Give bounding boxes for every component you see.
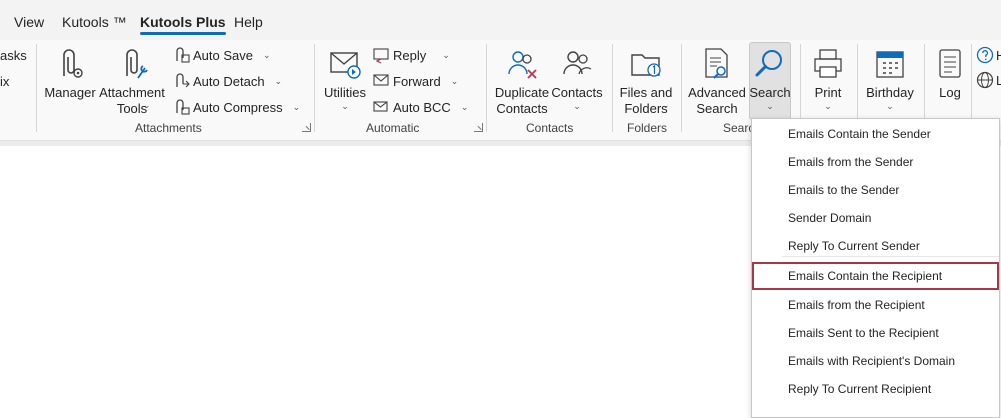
attachment-tools-button[interactable]: Attachment Tools: [99, 44, 165, 120]
group-label-search: Searc: [723, 121, 755, 135]
chevron-down-icon: ⌄: [573, 101, 581, 111]
dialog-launcher-icon[interactable]: [302, 123, 311, 132]
help-icon[interactable]: [976, 46, 994, 64]
paperclip-detach-icon: [176, 73, 190, 88]
contacts-label: Contacts: [551, 85, 603, 100]
dialog-launcher-icon[interactable]: [474, 123, 483, 132]
forward-icon: [373, 74, 389, 86]
chevron-down-icon: ⌄: [460, 101, 469, 112]
auto-detach-button[interactable]: Auto Detach ⌄: [172, 70, 282, 92]
log-button[interactable]: Log: [930, 44, 970, 120]
auto-compress-label: Auto Compress: [193, 99, 283, 115]
paperclip-wrench-icon: [126, 49, 148, 79]
menu-item-emails-from-sender[interactable]: Emails from the Sender: [752, 148, 999, 176]
paperclip-compress-icon: [176, 99, 190, 115]
search-icon: [755, 50, 782, 77]
duplicate-contacts-button[interactable]: Duplicate Contacts: [494, 44, 550, 120]
advanced-search-button[interactable]: Advanced Search: [688, 44, 746, 120]
chevron-down-icon: ⌄: [766, 101, 774, 111]
envelope-bcc-icon: [373, 101, 388, 112]
manager-button[interactable]: Manager: [44, 44, 96, 120]
menu-bar: View Kutools ™ Kutools Plus Help: [0, 0, 1001, 40]
menu-item-emails-to-sender[interactable]: Emails to the Sender: [752, 176, 999, 204]
duplicate-contacts-label-1: Duplicate: [494, 85, 550, 100]
paperclip-gear-icon: [63, 49, 83, 78]
menu-item-emails-contain-recipient[interactable]: Emails Contain the Recipient: [752, 262, 999, 290]
forward-label: Forward: [393, 73, 441, 89]
menu-item-emails-from-recipient[interactable]: Emails from the Recipient: [752, 291, 999, 319]
printer-icon: [814, 49, 842, 78]
menu-item-sender-domain[interactable]: Sender Domain: [752, 204, 999, 232]
menu-item-emails-recipient-domain[interactable]: Emails with Recipient's Domain: [752, 347, 999, 375]
search-dropdown-menu: Emails Contain the Sender Emails from th…: [751, 118, 1000, 418]
utilities-button[interactable]: Utilities ⌄: [322, 44, 368, 120]
group-separator: [612, 44, 613, 132]
globe-icon[interactable]: [976, 71, 994, 89]
group-label-folders: Folders: [627, 121, 668, 135]
chevron-down-icon: ⌄: [292, 101, 301, 112]
search-button[interactable]: Search ⌄: [749, 44, 791, 120]
paperclip-save-icon: [176, 47, 190, 63]
group-label-contacts: Contacts: [526, 121, 574, 135]
menu-separator: [782, 256, 999, 257]
birthday-label: Birthday: [866, 85, 914, 100]
group-label-automatic: Automatic: [366, 121, 420, 135]
reply-icon: [373, 48, 389, 64]
chevron-down-icon: ⌄: [143, 100, 151, 110]
chevron-down-icon: ⌄: [442, 49, 450, 60]
auto-bcc-label: Auto BCC: [393, 99, 451, 115]
auto-compress-button[interactable]: Auto Compress ⌄: [172, 96, 300, 118]
search-label: Search: [749, 85, 791, 100]
birthday-button[interactable]: Birthday ⌄: [862, 44, 918, 120]
envelope-play-icon: [330, 52, 361, 79]
chevron-down-icon: ⌄: [263, 49, 271, 60]
advanced-search-label-1: Advanced: [688, 85, 746, 100]
auto-save-label: Auto Save: [193, 47, 253, 63]
auto-bcc-button[interactable]: Auto BCC ⌄: [372, 96, 468, 118]
duplicate-contacts-label-2: Contacts: [496, 101, 548, 116]
print-label: Print: [814, 85, 842, 100]
advanced-search-label-2: Search: [696, 101, 738, 116]
clipped-item-bottom[interactable]: ix: [0, 74, 9, 89]
document-search-icon: [705, 48, 728, 79]
chevron-down-icon: ⌄: [886, 101, 894, 111]
menu-item-emails-sent-to-recipient[interactable]: Emails Sent to the Recipient: [752, 319, 999, 347]
manager-label: Manager: [44, 85, 96, 100]
menu-item-reply-current-recipient[interactable]: Reply To Current Recipient: [752, 375, 999, 403]
files-folders-label-1: Files and: [619, 85, 673, 100]
auto-save-button[interactable]: Auto Save ⌄: [172, 44, 271, 66]
tab-help[interactable]: Help: [234, 14, 263, 30]
chevron-down-icon: ⌄: [450, 75, 459, 86]
contacts-button[interactable]: Contacts ⌄: [551, 44, 603, 120]
folder-icon: [631, 54, 661, 77]
group-separator: [681, 44, 682, 132]
chevron-down-icon: ⌄: [824, 101, 832, 111]
group-separator: [36, 44, 37, 132]
reply-label: Reply: [393, 47, 427, 63]
forward-button[interactable]: Forward ⌄: [372, 70, 458, 92]
contacts-icon: [563, 51, 592, 75]
reply-button[interactable]: Reply ⌄: [372, 44, 450, 66]
group-separator: [486, 44, 487, 132]
chevron-down-icon: ⌄: [662, 100, 670, 110]
help-clipped-letter: H: [996, 48, 1001, 63]
tab-kutools[interactable]: Kutools ™: [62, 14, 127, 30]
clipped-item-top[interactable]: asks: [0, 48, 27, 63]
group-label-attachments: Attachments: [135, 121, 202, 135]
print-button[interactable]: Print ⌄: [806, 44, 850, 120]
globe-clipped-letter: L: [996, 73, 1001, 88]
log-icon: [939, 49, 961, 78]
tab-view[interactable]: View: [14, 14, 44, 30]
calendar-icon: [876, 51, 904, 78]
tab-kutools-plus[interactable]: Kutools Plus: [140, 14, 226, 35]
attachment-tools-label-1: Attachment: [99, 85, 165, 100]
chevron-down-icon: ⌄: [341, 101, 349, 111]
utilities-label: Utilities: [324, 85, 366, 100]
chevron-down-icon: ⌄: [274, 75, 283, 86]
auto-detach-label: Auto Detach: [193, 73, 265, 89]
menu-item-emails-contain-sender[interactable]: Emails Contain the Sender: [752, 120, 999, 148]
group-separator: [314, 44, 315, 132]
contacts-remove-icon: [508, 51, 537, 79]
log-label: Log: [939, 85, 961, 100]
